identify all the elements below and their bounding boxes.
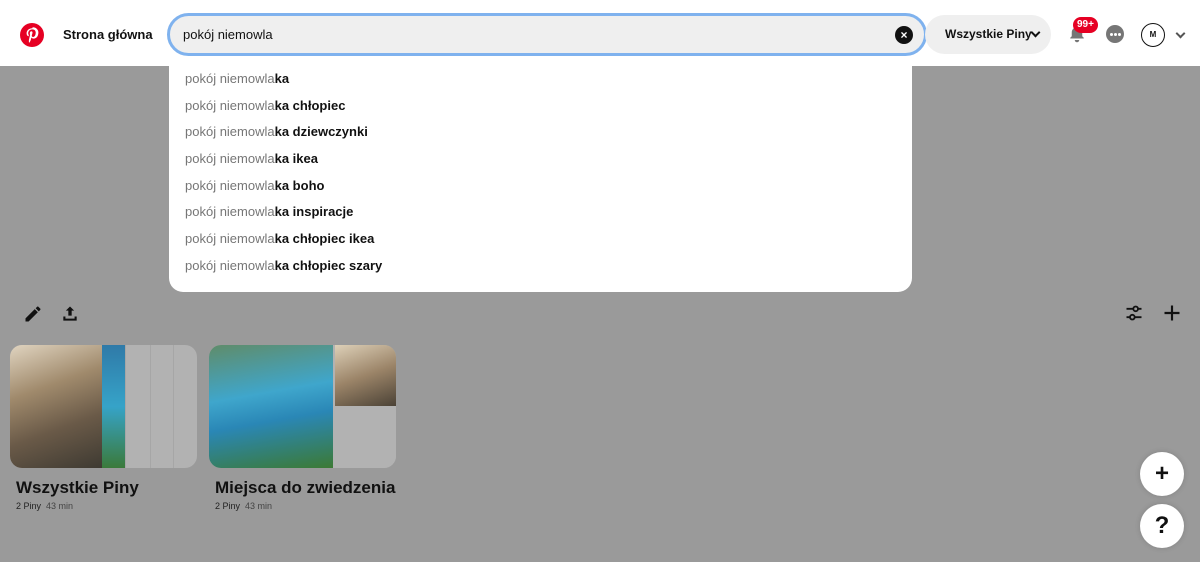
- palace-image: [335, 345, 396, 406]
- lake-image: [209, 345, 333, 468]
- add-fab-button[interactable]: +: [1140, 452, 1184, 496]
- suggestion-item[interactable]: pokój niemowlaka ikea: [185, 151, 318, 177]
- board-meta: 2 Piny 43 min: [16, 501, 74, 511]
- suggestion-item[interactable]: pokój niemowlaka chłopiec: [185, 98, 345, 124]
- search-scope-dropdown[interactable]: Wszystkie Piny: [925, 15, 1051, 54]
- pinterest-logo[interactable]: [20, 23, 44, 47]
- board-title[interactable]: Miejsca do zwiedzenia: [215, 478, 395, 498]
- search-input[interactable]: [183, 16, 883, 53]
- upload-icon[interactable]: [60, 304, 80, 324]
- chevron-down-icon: [1030, 27, 1041, 38]
- sliders-icon[interactable]: [1124, 303, 1144, 323]
- suggestion-item[interactable]: pokój niemowlaka chłopiec ikea: [185, 231, 374, 257]
- suggestion-item[interactable]: pokój niemowlaka boho: [185, 178, 324, 204]
- help-button[interactable]: ?: [1140, 504, 1184, 548]
- home-link[interactable]: Strona główna: [63, 27, 153, 42]
- suggestion-item[interactable]: pokój niemowlaka chłopiec szary: [185, 258, 382, 284]
- clear-search-icon[interactable]: ×: [895, 26, 913, 44]
- suggestion-item[interactable]: pokój niemowlaka: [185, 71, 289, 97]
- suggestion-item[interactable]: pokój niemowlaka inspiracje: [185, 204, 353, 230]
- top-bar: Strona główna × Wszystkie Piny 99+ M: [0, 0, 1200, 66]
- suggestion-item[interactable]: pokój niemowlaka dziewczynki: [185, 124, 368, 150]
- messages-icon[interactable]: [1106, 25, 1124, 43]
- plus-icon[interactable]: [1162, 303, 1182, 323]
- palace-image: [10, 345, 102, 468]
- board-title[interactable]: Wszystkie Piny: [16, 478, 139, 498]
- pencil-icon[interactable]: [23, 304, 43, 324]
- search-scope-label: Wszystkie Piny: [945, 27, 1032, 41]
- lake-image: [102, 345, 125, 468]
- account-chevron-icon[interactable]: [1175, 28, 1186, 39]
- search-suggestions: pokój niemowlaka pokój niemowlaka chłopi…: [169, 66, 912, 292]
- avatar[interactable]: M: [1141, 23, 1165, 47]
- search-box[interactable]: ×: [167, 13, 927, 56]
- notification-badge: 99+: [1073, 17, 1098, 33]
- board-cover[interactable]: [10, 345, 197, 468]
- board-cover[interactable]: [209, 345, 396, 468]
- board-meta: 2 Piny 43 min: [215, 501, 273, 511]
